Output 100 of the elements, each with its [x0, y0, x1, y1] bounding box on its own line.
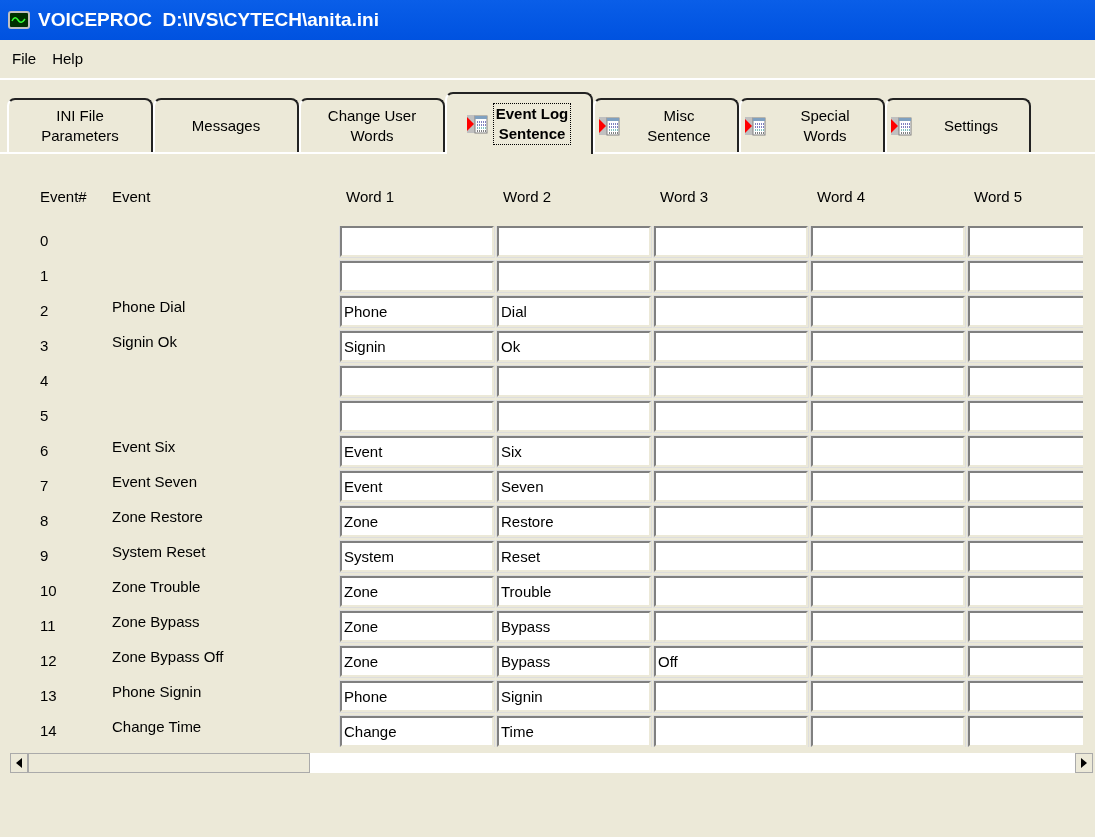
word-field[interactable]: [968, 401, 1083, 432]
event-number: 5: [40, 406, 50, 427]
event-number: 10: [40, 581, 58, 602]
word-field[interactable]: [968, 646, 1083, 677]
word-field[interactable]: Zone: [340, 506, 494, 537]
word-field[interactable]: [654, 541, 808, 572]
word-field[interactable]: [811, 296, 965, 327]
word-field[interactable]: Signin: [340, 331, 494, 362]
word-field[interactable]: [654, 296, 808, 327]
word-field[interactable]: Trouble: [497, 576, 651, 607]
word-field[interactable]: [811, 541, 965, 572]
word-field[interactable]: [811, 716, 965, 747]
tab[interactable]: Change User Words: [299, 98, 445, 152]
word-field[interactable]: [654, 436, 808, 467]
tab[interactable]: Event Log Sentence: [445, 92, 593, 154]
word-field[interactable]: [340, 226, 494, 257]
word-field[interactable]: [968, 436, 1083, 467]
word-field[interactable]: [968, 541, 1083, 572]
scroll-thumb[interactable]: [28, 753, 310, 773]
word-field[interactable]: [654, 471, 808, 502]
word-field[interactable]: [968, 611, 1083, 642]
event-name: Zone Bypass Off: [112, 648, 224, 666]
event-name: Zone Trouble: [112, 578, 201, 596]
word-field[interactable]: [968, 261, 1083, 292]
word-field[interactable]: [497, 401, 651, 432]
tab[interactable]: Messages: [153, 98, 299, 152]
word-field[interactable]: [497, 226, 651, 257]
word-field[interactable]: Restore: [497, 506, 651, 537]
word-field[interactable]: [340, 401, 494, 432]
word-field[interactable]: [968, 226, 1083, 257]
word-field[interactable]: Phone: [340, 681, 494, 712]
word-field[interactable]: [968, 681, 1083, 712]
word-field[interactable]: Event: [340, 471, 494, 502]
word-field[interactable]: Six: [497, 436, 651, 467]
left-arrow-icon: [16, 758, 22, 768]
word-field[interactable]: [968, 471, 1083, 502]
word-field[interactable]: Reset: [497, 541, 651, 572]
event-name: Signin Ok: [112, 333, 178, 351]
word-field[interactable]: [968, 576, 1083, 607]
tab[interactable]: Special Words: [739, 98, 885, 152]
word-field[interactable]: [968, 716, 1083, 747]
tab[interactable]: Misc Sentence: [593, 98, 739, 152]
word-field[interactable]: [654, 611, 808, 642]
word-field[interactable]: Off: [654, 646, 808, 677]
tab[interactable]: Settings: [885, 98, 1031, 152]
menu-item[interactable]: File: [12, 47, 37, 71]
word-field[interactable]: Seven: [497, 471, 651, 502]
word-field[interactable]: [340, 366, 494, 397]
event-name: Phone Signin: [112, 683, 202, 701]
word-field[interactable]: Bypass: [497, 611, 651, 642]
event-number: 12: [40, 651, 58, 672]
word-field[interactable]: [654, 716, 808, 747]
word-field[interactable]: [497, 261, 651, 292]
word-field[interactable]: [654, 576, 808, 607]
word-field[interactable]: Zone: [340, 576, 494, 607]
menu-item[interactable]: Help: [52, 47, 84, 71]
word-field[interactable]: Zone: [340, 611, 494, 642]
word-field[interactable]: [811, 576, 965, 607]
word-field[interactable]: [497, 366, 651, 397]
word-field[interactable]: [811, 471, 965, 502]
word-field[interactable]: Time: [497, 716, 651, 747]
tab[interactable]: INI File Parameters: [7, 98, 153, 152]
word-field[interactable]: [811, 436, 965, 467]
word-field[interactable]: Phone: [340, 296, 494, 327]
word-field[interactable]: [654, 366, 808, 397]
word-field[interactable]: [811, 331, 965, 362]
word-field[interactable]: [811, 226, 965, 257]
word-field[interactable]: [968, 331, 1083, 362]
event-number: 14: [40, 721, 58, 742]
word-field[interactable]: [811, 366, 965, 397]
word-field[interactable]: [654, 261, 808, 292]
word-field[interactable]: Ok: [497, 331, 651, 362]
word-field[interactable]: Bypass: [497, 646, 651, 677]
word-field[interactable]: [811, 611, 965, 642]
word-field[interactable]: [654, 226, 808, 257]
word-field[interactable]: Event: [340, 436, 494, 467]
word-field[interactable]: [811, 681, 965, 712]
word-field[interactable]: Change: [340, 716, 494, 747]
word-field[interactable]: [340, 261, 494, 292]
word-field[interactable]: Zone: [340, 646, 494, 677]
horizontal-scrollbar[interactable]: [10, 753, 1093, 773]
word-field[interactable]: Signin: [497, 681, 651, 712]
column-header: Word 5: [973, 186, 1024, 207]
scroll-right-button[interactable]: [1075, 753, 1093, 773]
word-field[interactable]: [811, 401, 965, 432]
word-field[interactable]: [811, 646, 965, 677]
word-field[interactable]: [968, 506, 1083, 537]
word-field[interactable]: [654, 681, 808, 712]
event-number: 4: [40, 371, 50, 392]
word-field[interactable]: Dial: [497, 296, 651, 327]
word-field[interactable]: [654, 506, 808, 537]
word-field[interactable]: [968, 366, 1083, 397]
scroll-left-button[interactable]: [10, 753, 28, 773]
word-field[interactable]: [654, 331, 808, 362]
app-icon: [8, 11, 30, 29]
word-field[interactable]: [654, 401, 808, 432]
word-field[interactable]: System: [340, 541, 494, 572]
word-field[interactable]: [968, 296, 1083, 327]
word-field[interactable]: [811, 506, 965, 537]
word-field[interactable]: [811, 261, 965, 292]
